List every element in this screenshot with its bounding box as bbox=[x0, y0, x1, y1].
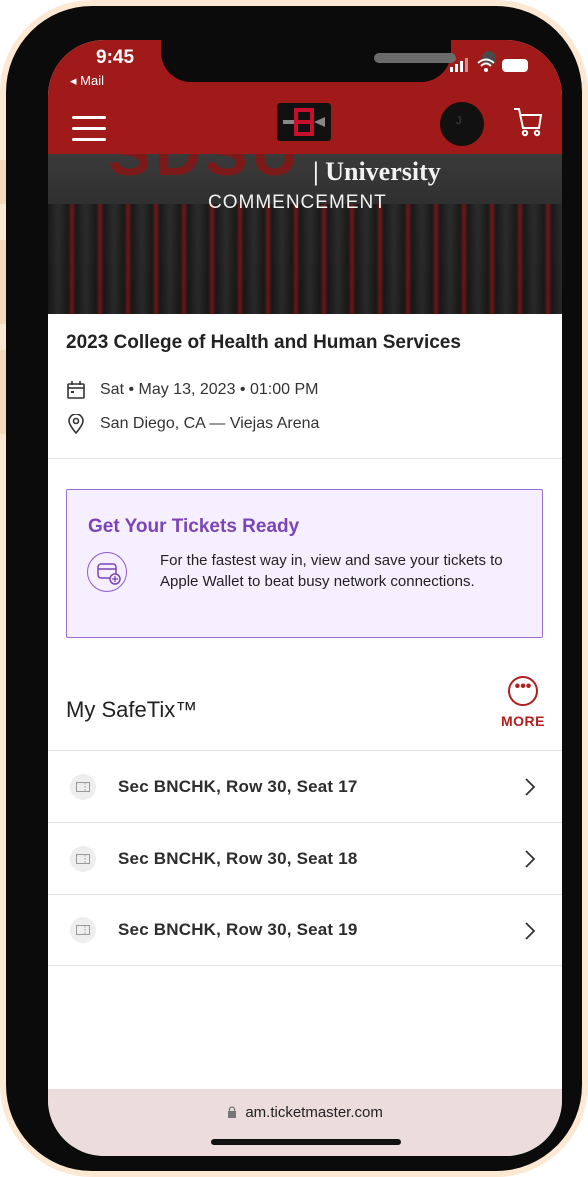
speaker bbox=[374, 53, 456, 63]
avatar-initial: J bbox=[456, 115, 462, 127]
ticket-row[interactable]: Sec BNCHK, Row 30, Seat 19 bbox=[48, 894, 562, 966]
cart-icon[interactable] bbox=[513, 106, 543, 138]
ticket-icon bbox=[70, 845, 96, 872]
ticket-seat-label: Sec BNCHK, Row 30, Seat 19 bbox=[118, 920, 358, 939]
location-pin-icon bbox=[68, 414, 84, 434]
lock-icon bbox=[228, 1106, 237, 1118]
wallet-add-icon bbox=[87, 552, 127, 592]
chevron-right-icon bbox=[525, 778, 536, 796]
divider bbox=[48, 458, 562, 459]
notch bbox=[161, 40, 496, 82]
ticket-seat-label: Sec BNCHK, Row 30, Seat 18 bbox=[118, 848, 358, 868]
user-avatar[interactable]: J bbox=[440, 102, 484, 146]
chevron-right-icon bbox=[525, 850, 536, 868]
ticket-row[interactable]: Sec BNCHK, Row 30, Seat 18 bbox=[48, 822, 562, 894]
phone-frame: 9:45 ◂ Mail J | University COMMENCEMENT … bbox=[6, 6, 582, 1171]
back-to-mail-link[interactable]: ◂ Mail bbox=[70, 73, 104, 89]
ticket-seat-label: Sec BNCHK, Row 30, Seat 17 bbox=[118, 776, 358, 796]
hamburger-menu-button[interactable] bbox=[72, 116, 106, 142]
wifi-icon bbox=[477, 58, 495, 72]
promo-text: For the fastest way in, view and save yo… bbox=[160, 552, 503, 590]
event-date-row: Sat • May 13, 2023 • 01:00 PM bbox=[66, 380, 318, 400]
banner-sdsu-text: SDSU bbox=[108, 154, 302, 190]
more-button[interactable]: ••• MORE bbox=[498, 676, 548, 736]
phone-bezel: 9:45 ◂ Mail J | University COMMENCEMENT … bbox=[0, 0, 588, 1177]
banner-commencement-text: COMMENCEMENT bbox=[208, 192, 387, 213]
chevron-right-icon bbox=[525, 922, 536, 940]
battery-icon bbox=[502, 58, 528, 72]
more-dots-icon: ••• bbox=[508, 676, 538, 706]
home-indicator[interactable] bbox=[211, 1139, 401, 1145]
banner-university-text: | University bbox=[313, 157, 441, 186]
url-display: am.ticketmaster.com bbox=[48, 1104, 562, 1121]
url-text: am.ticketmaster.com bbox=[245, 1104, 383, 1121]
promo-title: Get Your Tickets Ready bbox=[88, 516, 300, 537]
ticket-icon bbox=[70, 773, 96, 800]
event-location-row: San Diego, CA — Viejas Arena bbox=[66, 414, 319, 434]
cellular-signal-icon bbox=[450, 58, 468, 72]
wallet-promo-card[interactable]: Get Your Tickets Ready For the fastest w… bbox=[66, 489, 543, 638]
more-label: MORE bbox=[501, 713, 545, 729]
graduates-photo bbox=[48, 204, 562, 314]
calendar-icon bbox=[67, 381, 85, 399]
status-indicators bbox=[450, 58, 528, 72]
event-location: San Diego, CA — Viejas Arena bbox=[100, 415, 320, 432]
event-banner-image: SDSU | University COMMENCEMENT bbox=[48, 154, 562, 314]
sdsu-logo bbox=[277, 103, 331, 141]
browser-url-bar[interactable]: am.ticketmaster.com bbox=[48, 1089, 562, 1156]
screen: 9:45 ◂ Mail J | University COMMENCEMENT … bbox=[48, 40, 562, 1156]
event-date: Sat • May 13, 2023 • 01:00 PM bbox=[100, 381, 319, 398]
safetix-heading: My SafeTix™ bbox=[66, 697, 198, 722]
ticket-row[interactable]: Sec BNCHK, Row 30, Seat 17 bbox=[48, 750, 562, 822]
ticket-icon bbox=[70, 917, 96, 943]
event-title: 2023 College of Health and Human Service… bbox=[66, 332, 461, 353]
status-time: 9:45 bbox=[96, 47, 135, 68]
